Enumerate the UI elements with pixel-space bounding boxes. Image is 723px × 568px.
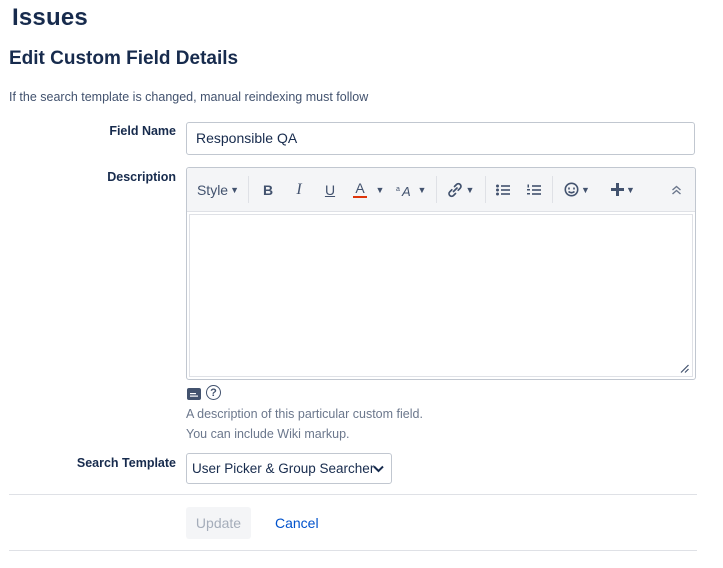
field-name-label: Field Name bbox=[109, 124, 176, 138]
toolbar-divider bbox=[248, 176, 249, 203]
text-color-button[interactable]: A bbox=[349, 168, 371, 211]
help-icon[interactable]: ? bbox=[206, 385, 221, 400]
svg-text:a: a bbox=[396, 186, 400, 193]
divider bbox=[9, 494, 697, 495]
insert-dropdown[interactable]: ▼ bbox=[605, 168, 641, 211]
chevron-down-icon: ▼ bbox=[465, 184, 475, 195]
numbered-list-icon bbox=[527, 184, 541, 195]
italic-button[interactable]: I bbox=[288, 168, 310, 211]
form-title: Edit Custom Field Details bbox=[9, 48, 239, 69]
description-textarea[interactable] bbox=[189, 214, 693, 377]
emoticon-dropdown[interactable]: ▼ bbox=[559, 168, 595, 211]
chevron-down-icon: ▼ bbox=[230, 184, 240, 195]
search-template-value: User Picker & Group Searcher bbox=[192, 461, 375, 476]
bold-button[interactable]: B bbox=[257, 168, 279, 211]
smiley-icon bbox=[564, 182, 579, 197]
search-template-select[interactable]: User Picker & Group Searcher bbox=[186, 453, 392, 484]
page-title: Issues bbox=[12, 4, 88, 31]
chevron-down-icon: ▼ bbox=[375, 184, 385, 195]
toolbar-divider bbox=[552, 176, 553, 203]
bullet-list-icon bbox=[496, 184, 510, 195]
link-dropdown[interactable]: ▼ bbox=[442, 168, 478, 211]
description-editor: Style ▼ B I U A ▼ aA ▼ ▼ ▼ ▼ bbox=[186, 167, 696, 380]
description-help-line1: A description of this particular custom … bbox=[186, 407, 423, 421]
editor-toolbar: Style ▼ B I U A ▼ aA ▼ ▼ ▼ ▼ bbox=[187, 168, 695, 212]
reindex-notice: If the search template is changed, manua… bbox=[9, 90, 369, 104]
text-lines-icon bbox=[190, 393, 198, 397]
description-help-line2: You can include Wiki markup. bbox=[186, 427, 350, 441]
svg-text:A: A bbox=[401, 184, 411, 197]
search-template-label: Search Template bbox=[76, 456, 176, 470]
toolbar-divider bbox=[485, 176, 486, 203]
style-label: Style bbox=[196, 181, 229, 198]
toolbar-divider bbox=[436, 176, 437, 203]
numbered-list-button[interactable] bbox=[523, 168, 545, 211]
description-label: Description bbox=[107, 170, 176, 184]
underline-button[interactable]: U bbox=[319, 168, 341, 211]
text-size-dropdown[interactable]: aA ▼ bbox=[393, 168, 429, 211]
chevron-down-icon bbox=[373, 465, 384, 473]
text-color-dropdown[interactable]: ▼ bbox=[372, 168, 386, 211]
text-color-label: A bbox=[355, 180, 365, 196]
bullet-list-button[interactable] bbox=[492, 168, 514, 211]
resize-handle-icon[interactable] bbox=[680, 364, 689, 373]
text-color-swatch bbox=[353, 196, 367, 198]
collapse-toolbar-button[interactable] bbox=[665, 168, 687, 211]
text-size-icon: aA bbox=[396, 184, 411, 197]
chevron-down-icon: ▼ bbox=[581, 184, 590, 195]
field-name-input[interactable]: Responsible QA bbox=[186, 122, 695, 155]
chevron-down-icon: ▼ bbox=[626, 184, 635, 195]
plus-icon bbox=[611, 183, 625, 196]
divider bbox=[9, 550, 697, 551]
link-icon bbox=[447, 182, 462, 197]
update-button[interactable]: Update bbox=[186, 507, 251, 539]
double-chevron-up-icon bbox=[671, 185, 681, 195]
wiki-markup-icon[interactable] bbox=[187, 388, 201, 400]
cancel-button[interactable]: Cancel bbox=[275, 507, 319, 539]
style-dropdown[interactable]: Style ▼ bbox=[194, 168, 242, 211]
chevron-down-icon: ▼ bbox=[417, 184, 427, 195]
